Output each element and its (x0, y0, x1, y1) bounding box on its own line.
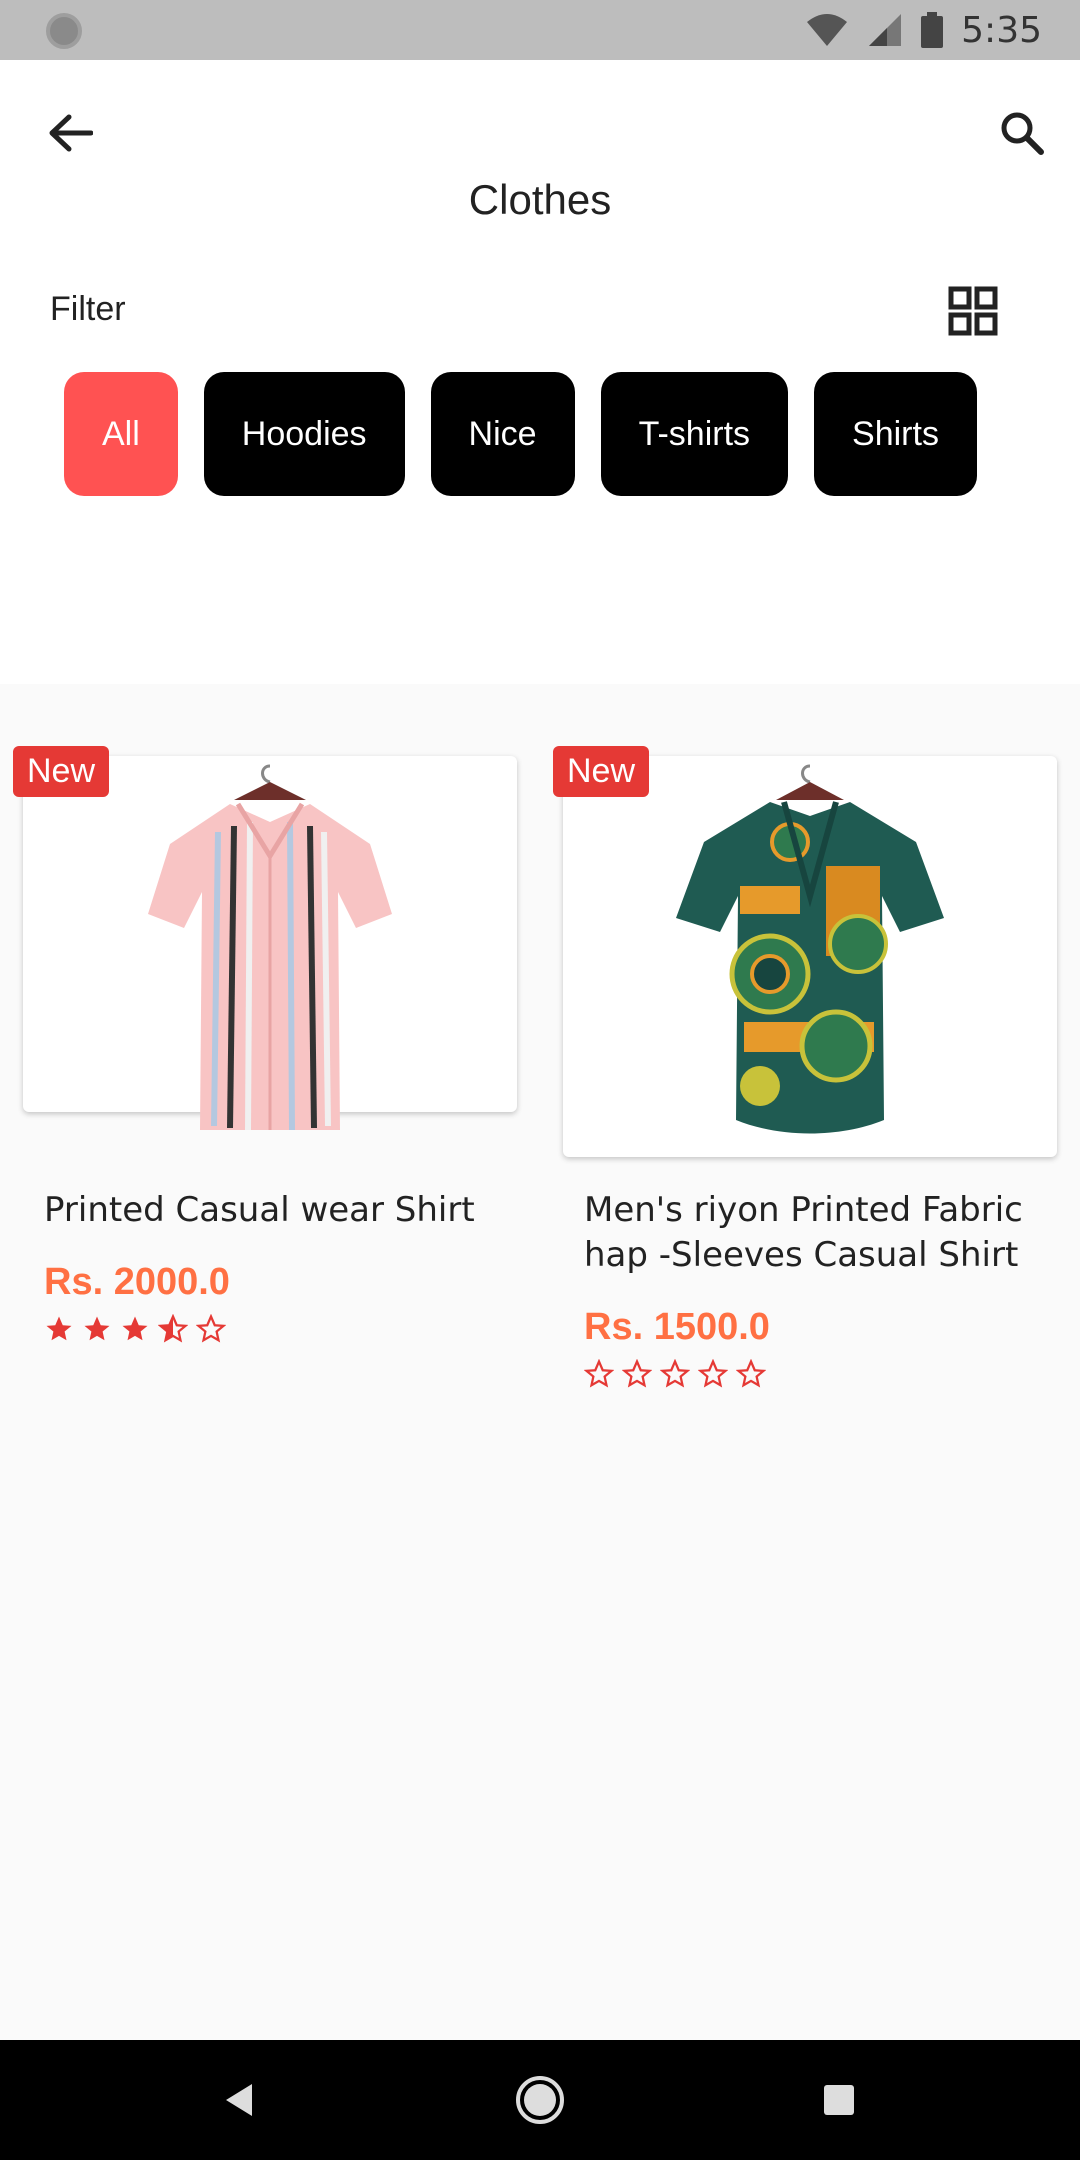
chip-nice[interactable]: Nice (430, 372, 575, 496)
search-button[interactable] (994, 105, 1050, 161)
star-empty-icon (736, 1359, 766, 1388)
star-empty-icon (660, 1359, 690, 1388)
nav-back-icon[interactable] (222, 2080, 256, 2120)
star-filled-icon (84, 1316, 110, 1341)
system-nav-bar (0, 2040, 1080, 2160)
nav-home-button[interactable] (516, 2076, 564, 2124)
chip-t-shirts[interactable]: T-shirts (600, 372, 789, 496)
page-title: Clothes (468, 176, 612, 223)
chip-all[interactable]: All (64, 372, 178, 496)
signal-icon (869, 14, 902, 46)
star-empty-icon (698, 1359, 728, 1388)
product-name: Printed Casual wear Shirt (44, 1190, 475, 1230)
filter-label: Filter (50, 290, 126, 328)
star-filled-icon (46, 1316, 72, 1341)
chip-shirts[interactable]: Shirts (814, 372, 977, 496)
sync-icon (46, 13, 82, 49)
nav-recents-icon[interactable] (824, 2085, 854, 2115)
search-icon (1001, 112, 1044, 155)
status-bar: 5:35 (0, 0, 1080, 60)
back-arrow-icon (49, 114, 93, 152)
product-rating (44, 1314, 499, 1344)
category-chips: All Hoodies Nice T-shirts Shirts (64, 372, 977, 496)
grid-view-icon (948, 286, 998, 336)
star-empty-icon (196, 1314, 226, 1343)
wifi-icon (807, 14, 848, 46)
header: Clothes Filter All Hoodies Nice T-shirts… (0, 60, 1080, 684)
status-indicators: 5:35 (805, 0, 1042, 60)
product-rating (584, 1359, 1039, 1389)
product-card[interactable]: New Men's riyon Printed Fabric hap -Slee… (553, 746, 1057, 1388)
status-time: 5:35 (961, 9, 1042, 51)
product-name: Men's riyon Printed Fabric hap -Sleeves … (584, 1190, 1023, 1275)
product-card[interactable]: New Printed Casual wear Shirt Rs. 2000.0 (13, 746, 517, 1343)
star-empty-icon (622, 1359, 652, 1388)
product-image-printed-shirt (563, 756, 1057, 1136)
battery-icon (921, 12, 944, 48)
new-badge: New (553, 746, 650, 797)
chip-hoodies[interactable]: Hoodies (203, 372, 405, 496)
product-price: Rs. 2000.0 (44, 1261, 230, 1303)
star-empty-icon (584, 1359, 614, 1388)
product-grid: New Printed Casual wear Shirt Rs. 2000.0 (0, 684, 1080, 2040)
home-icon (524, 2084, 556, 2116)
product-image-striped-shirt (23, 756, 517, 1136)
back-button[interactable] (42, 105, 98, 161)
new-badge: New (13, 746, 110, 797)
product-price: Rs. 1500.0 (584, 1306, 770, 1348)
grid-view-button[interactable] (948, 286, 998, 336)
star-half-icon (158, 1314, 188, 1343)
star-filled-icon (122, 1316, 148, 1341)
